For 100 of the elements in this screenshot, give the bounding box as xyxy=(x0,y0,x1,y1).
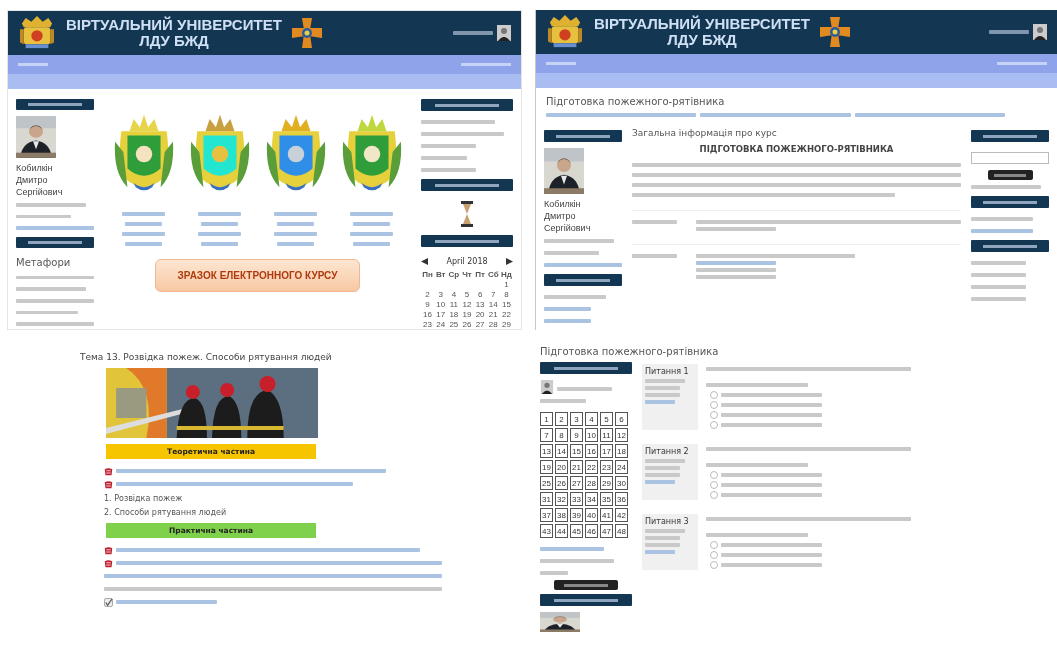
calendar-day[interactable]: 17 xyxy=(434,310,448,319)
calendar-day[interactable]: 5 xyxy=(460,290,474,299)
question-nav-button[interactable]: 6 xyxy=(615,412,628,426)
question-nav-button[interactable]: 12 xyxy=(615,428,628,442)
question-nav-button[interactable]: 45 xyxy=(570,524,583,538)
question-nav-button[interactable]: 10 xyxy=(585,428,598,442)
illegible-link[interactable] xyxy=(197,232,242,236)
radio-button[interactable] xyxy=(710,421,718,429)
calendar-day[interactable]: 7 xyxy=(486,290,500,299)
avatar-icon[interactable] xyxy=(497,25,511,41)
illegible-link[interactable] xyxy=(197,212,242,216)
radio-button[interactable] xyxy=(710,551,718,559)
question-nav-button[interactable]: 47 xyxy=(600,524,613,538)
illegible-link[interactable] xyxy=(104,574,442,578)
illegible-link[interactable] xyxy=(116,561,442,565)
question-nav-button[interactable]: 17 xyxy=(600,444,613,458)
question-nav-button[interactable]: 7 xyxy=(540,428,553,442)
calendar-day[interactable]: 20 xyxy=(473,310,487,319)
calendar-day[interactable]: 23 xyxy=(421,320,435,329)
radio-button[interactable] xyxy=(710,561,718,569)
calendar-day[interactable]: 22 xyxy=(499,310,513,319)
calendar-day[interactable]: 29 xyxy=(499,320,513,329)
question-nav-button[interactable]: 34 xyxy=(585,492,598,506)
question-nav-button[interactable]: 32 xyxy=(555,492,568,506)
illegible-link[interactable] xyxy=(273,232,318,236)
question-nav-button[interactable]: 9 xyxy=(570,428,583,442)
question-nav-button[interactable]: 11 xyxy=(600,428,613,442)
avatar-icon[interactable] xyxy=(1033,24,1047,40)
question-nav-button[interactable]: 35 xyxy=(600,492,613,506)
question-nav-button[interactable]: 36 xyxy=(615,492,628,506)
question-nav-button[interactable]: 33 xyxy=(570,492,583,506)
question-nav-button[interactable]: 15 xyxy=(570,444,583,458)
calendar-day[interactable]: 3 xyxy=(434,290,448,299)
illegible-link[interactable] xyxy=(121,232,166,236)
question-nav-button[interactable]: 22 xyxy=(585,460,598,474)
calendar-day[interactable]: 26 xyxy=(460,320,474,329)
question-nav-button[interactable]: 23 xyxy=(600,460,613,474)
question-nav-button[interactable]: 13 xyxy=(540,444,553,458)
question-nav-button[interactable]: 37 xyxy=(540,508,553,522)
illegible-link[interactable] xyxy=(116,469,387,473)
illegible-link[interactable] xyxy=(116,548,421,552)
illegible-link[interactable] xyxy=(645,480,675,484)
illegible-link[interactable] xyxy=(854,113,1005,117)
question-nav-button[interactable]: 20 xyxy=(555,460,568,474)
course-sample-button[interactable]: ЗРАЗОК ЕЛЕКТРОННОГО КУРСУ xyxy=(154,259,361,292)
finish-button[interactable] xyxy=(554,580,618,590)
calendar-day[interactable]: 6 xyxy=(473,290,487,299)
calendar-day[interactable]: 28 xyxy=(486,320,500,329)
radio-button[interactable] xyxy=(710,401,718,409)
search-field[interactable] xyxy=(971,152,1049,164)
calendar-day[interactable]: 18 xyxy=(447,310,461,319)
calendar-day[interactable]: 9 xyxy=(421,300,435,309)
question-nav-button[interactable]: 48 xyxy=(615,524,628,538)
calendar-day[interactable]: 1 xyxy=(499,280,513,289)
question-nav-button[interactable]: 24 xyxy=(615,460,628,474)
radio-button[interactable] xyxy=(710,541,718,549)
calendar-day[interactable]: 12 xyxy=(460,300,474,309)
question-nav-button[interactable]: 25 xyxy=(540,476,553,490)
question-nav-button[interactable]: 46 xyxy=(585,524,598,538)
calendar-day[interactable]: 21 xyxy=(486,310,500,319)
calendar-day[interactable]: 16 xyxy=(421,310,435,319)
search-button[interactable] xyxy=(987,170,1033,180)
illegible-link[interactable] xyxy=(540,547,605,551)
question-nav-button[interactable]: 38 xyxy=(555,508,568,522)
calendar-day[interactable]: 2 xyxy=(421,290,435,299)
question-nav-button[interactable]: 5 xyxy=(600,412,613,426)
question-nav-button[interactable]: 30 xyxy=(615,476,628,490)
calendar-day[interactable]: 10 xyxy=(434,300,448,309)
question-nav-button[interactable]: 18 xyxy=(615,444,628,458)
illegible-link[interactable] xyxy=(696,261,776,265)
question-nav-button[interactable]: 29 xyxy=(600,476,613,490)
question-nav-button[interactable]: 19 xyxy=(540,460,553,474)
calendar-day[interactable]: 11 xyxy=(447,300,461,309)
question-nav-button[interactable]: 3 xyxy=(570,412,583,426)
illegible-link[interactable] xyxy=(544,307,591,311)
radio-button[interactable] xyxy=(710,481,718,489)
illegible-link[interactable] xyxy=(273,212,318,216)
avatar-icon[interactable] xyxy=(540,380,554,394)
radio-button[interactable] xyxy=(710,411,718,419)
illegible-link[interactable] xyxy=(124,242,163,246)
question-nav-button[interactable]: 39 xyxy=(570,508,583,522)
next-month-icon[interactable] xyxy=(506,258,513,265)
illegible-link[interactable] xyxy=(544,319,591,323)
illegible-link[interactable] xyxy=(352,222,391,226)
radio-button[interactable] xyxy=(710,391,718,399)
calendar-day[interactable]: 13 xyxy=(473,300,487,309)
calendar-day[interactable]: 19 xyxy=(460,310,474,319)
question-nav-button[interactable]: 1 xyxy=(540,412,553,426)
illegible-link[interactable] xyxy=(971,229,1034,233)
question-nav-button[interactable]: 14 xyxy=(555,444,568,458)
calendar-day[interactable]: 27 xyxy=(473,320,487,329)
calendar-day[interactable]: 15 xyxy=(499,300,513,309)
question-nav-button[interactable]: 2 xyxy=(555,412,568,426)
question-nav-button[interactable]: 8 xyxy=(555,428,568,442)
question-nav-button[interactable]: 41 xyxy=(600,508,613,522)
illegible-link[interactable] xyxy=(200,222,239,226)
illegible-link[interactable] xyxy=(546,113,697,117)
radio-button[interactable] xyxy=(710,491,718,499)
illegible-link[interactable] xyxy=(700,113,851,117)
illegible-link[interactable] xyxy=(349,232,394,236)
